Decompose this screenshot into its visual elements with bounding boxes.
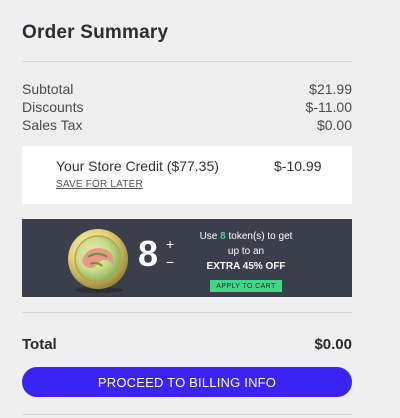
total-value: $0.00 xyxy=(314,335,352,353)
store-credit-value: $-10.99 xyxy=(274,158,322,174)
proceed-to-billing-button[interactable]: PROCEED TO BILLING INFO xyxy=(22,367,352,397)
summary-row-subtotal: Subtotal $21.99 xyxy=(22,80,352,98)
save-for-later-link[interactable]: SAVE FOR LATER xyxy=(56,179,143,190)
total-label: Total xyxy=(22,335,57,353)
divider xyxy=(22,61,352,62)
store-credit-box: Your Store Credit ($77.35) $-10.99 SAVE … xyxy=(22,146,352,204)
promo-message: Use 8 token(s) to get up to an EXTRA 45%… xyxy=(188,229,304,274)
page-title: Order Summary xyxy=(22,22,169,43)
store-credit-label: Your Store Credit ($77.35) xyxy=(56,158,219,174)
sales-tax-label: Sales Tax xyxy=(22,117,83,133)
token-coin-icon xyxy=(68,229,128,293)
promo-line-2: up to an xyxy=(227,246,265,257)
increase-tokens-button[interactable]: + xyxy=(166,237,174,251)
discounts-label: Discounts xyxy=(22,99,84,115)
promo-extra-discount: EXTRA 45% OFF xyxy=(206,261,286,272)
promo-use-text: Use xyxy=(199,231,221,242)
token-promo-banner: 8 + − Use 8 token(s) to get up to an EXT… xyxy=(22,219,352,297)
total-row: Total $0.00 xyxy=(22,334,352,354)
summary-row-sales-tax: Sales Tax $0.00 xyxy=(22,116,352,134)
apply-to-cart-button[interactable]: APPLY TO CART xyxy=(210,280,282,292)
discounts-value: $-11.00 xyxy=(305,99,352,115)
subtotal-label: Subtotal xyxy=(22,81,74,97)
order-summary-panel: Order Summary Subtotal $21.99 Discounts … xyxy=(22,0,352,418)
promo-line-1: Use 8 token(s) to get xyxy=(188,229,304,244)
sales-tax-value: $0.00 xyxy=(316,117,352,133)
divider xyxy=(22,312,352,313)
summary-row-discounts: Discounts $-11.00 xyxy=(22,98,352,116)
promo-token-suffix: token(s) to get xyxy=(225,231,293,242)
decrease-tokens-button[interactable]: − xyxy=(166,255,174,269)
divider xyxy=(22,414,352,415)
subtotal-value: $21.99 xyxy=(309,81,352,97)
token-count: 8 xyxy=(138,233,159,274)
